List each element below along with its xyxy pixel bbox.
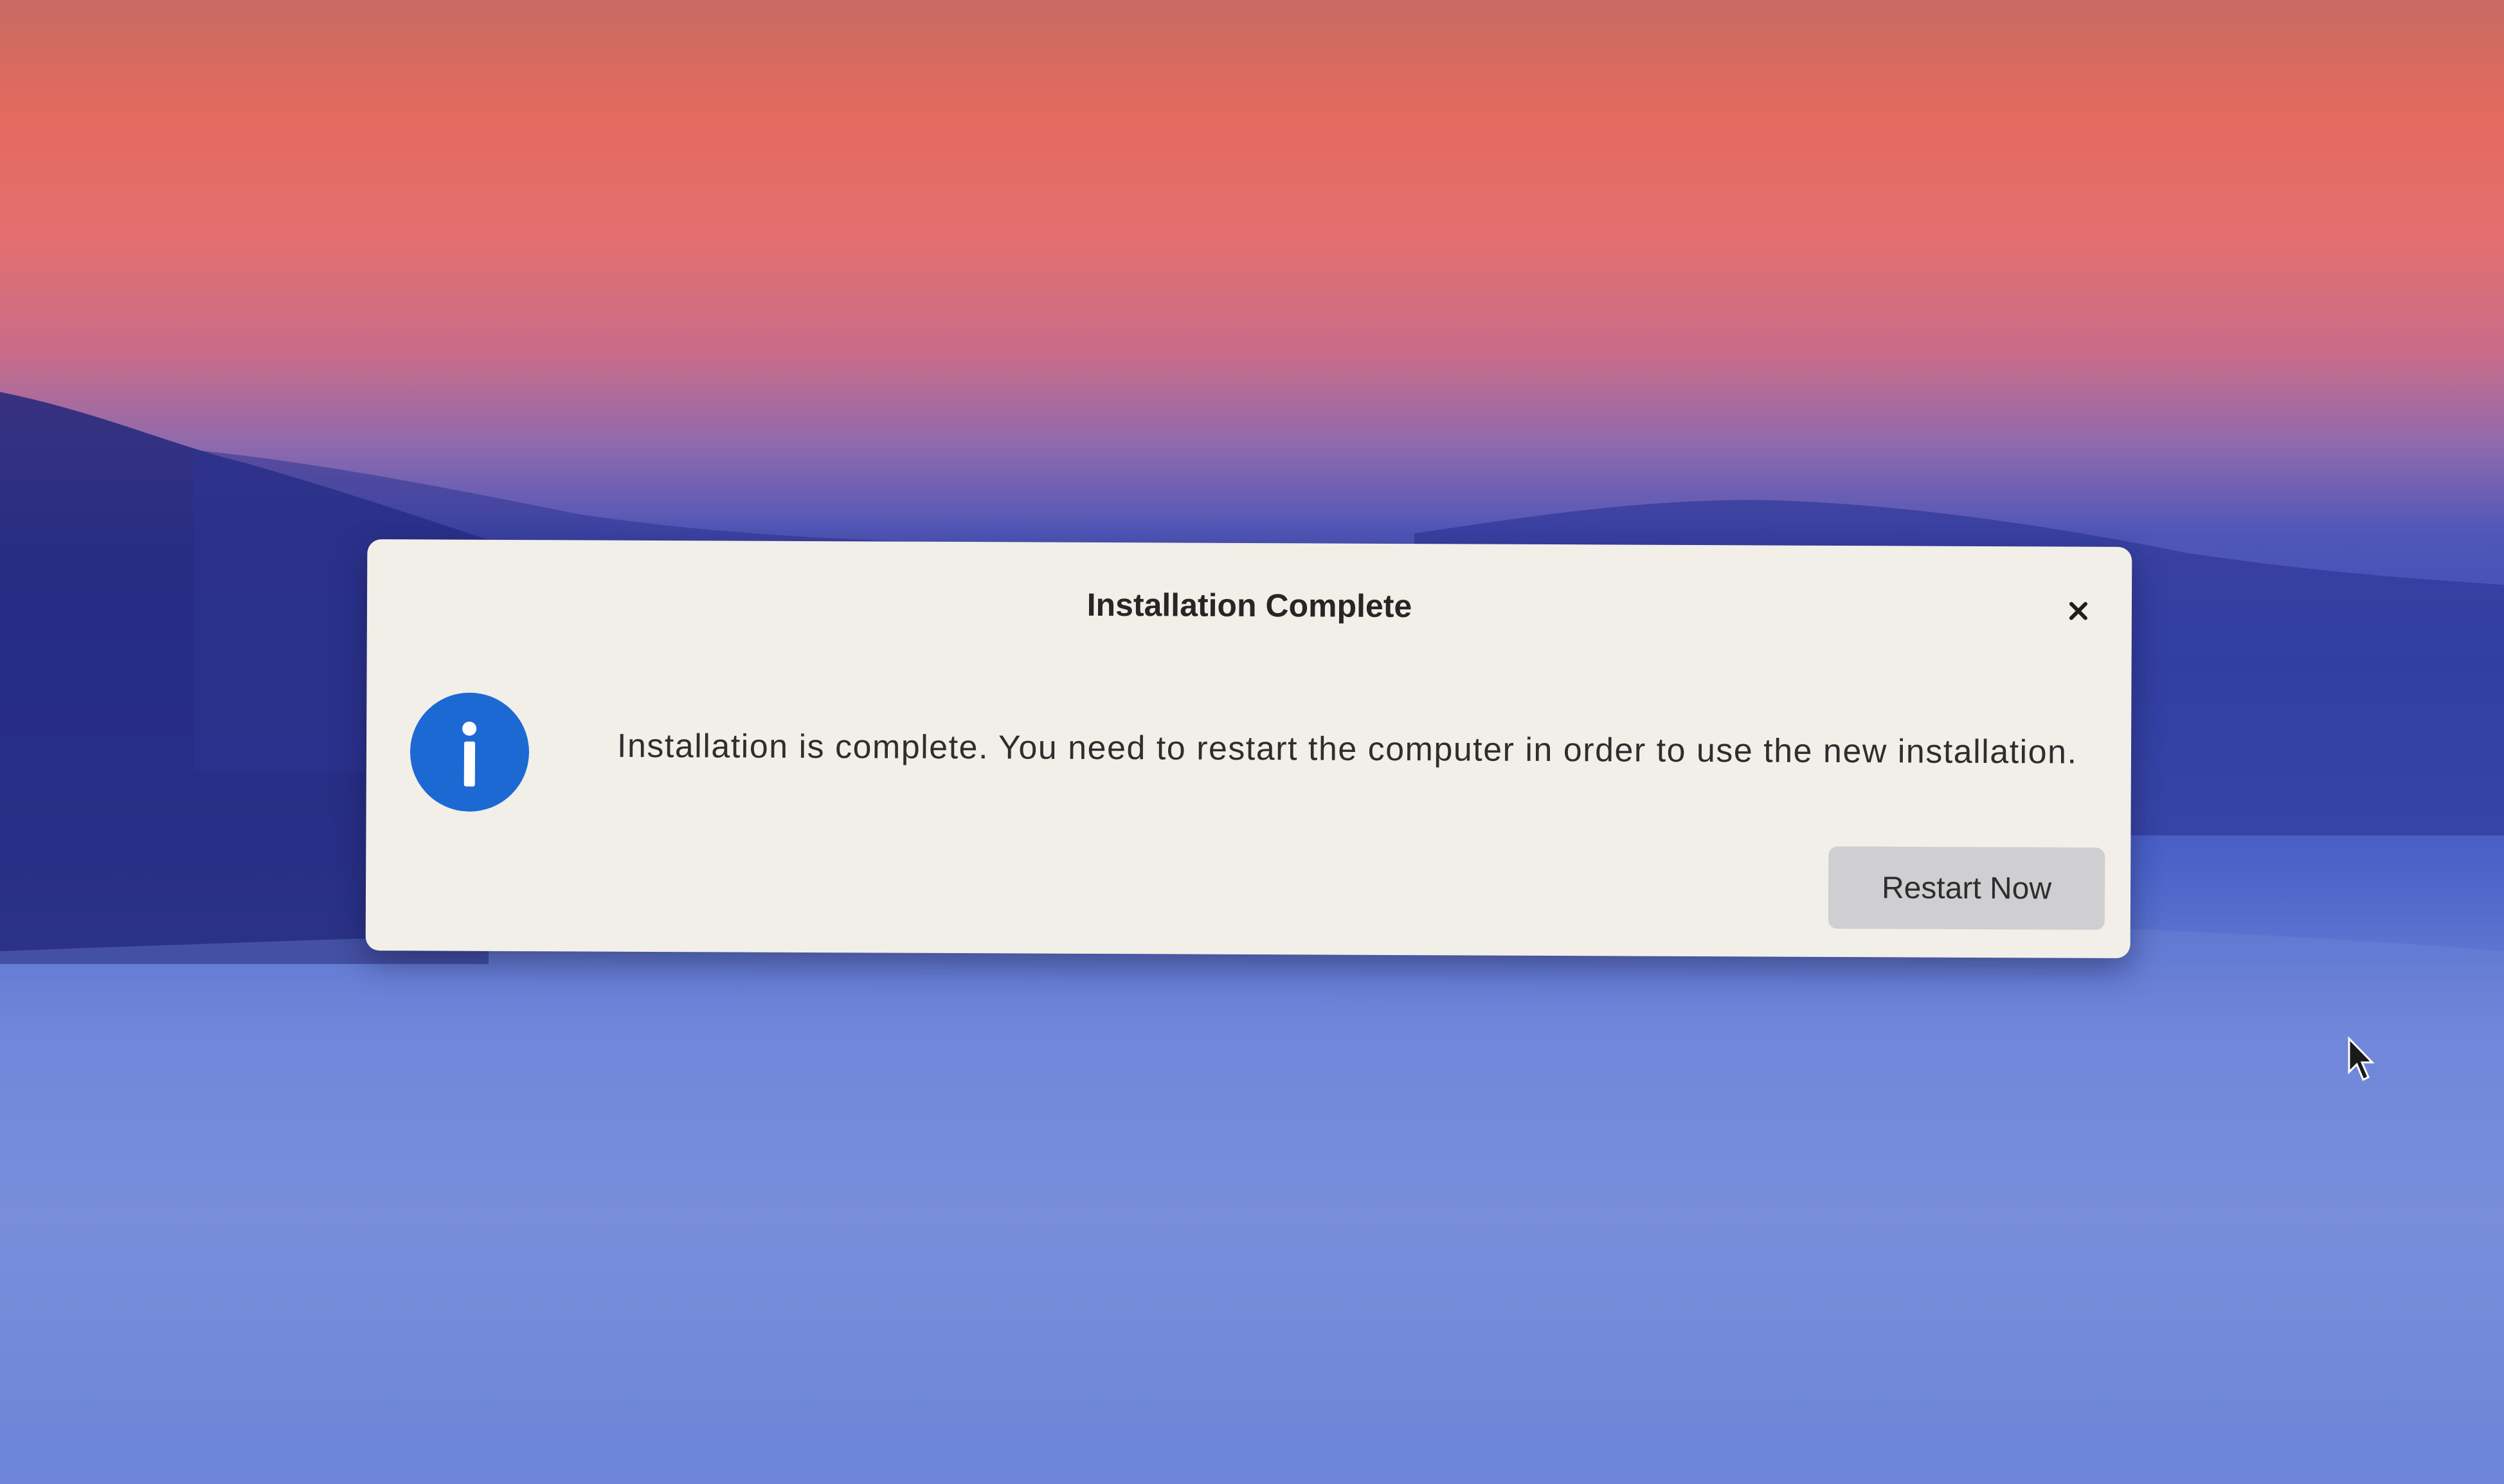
dialog-message: Installation is complete. You need to re… bbox=[617, 727, 2078, 771]
close-button[interactable] bbox=[2060, 593, 2096, 629]
close-icon bbox=[2069, 602, 2087, 620]
restart-now-button[interactable]: Restart Now bbox=[1828, 846, 2105, 930]
installation-complete-dialog: Installation Complete Installation is co… bbox=[365, 539, 2132, 958]
mouse-pointer-icon bbox=[2348, 1036, 2375, 1082]
dialog-title: Installation Complete bbox=[1086, 586, 1412, 625]
desktop-wallpaper: Installation Complete Installation is co… bbox=[0, 0, 2504, 1484]
info-icon bbox=[410, 692, 530, 812]
